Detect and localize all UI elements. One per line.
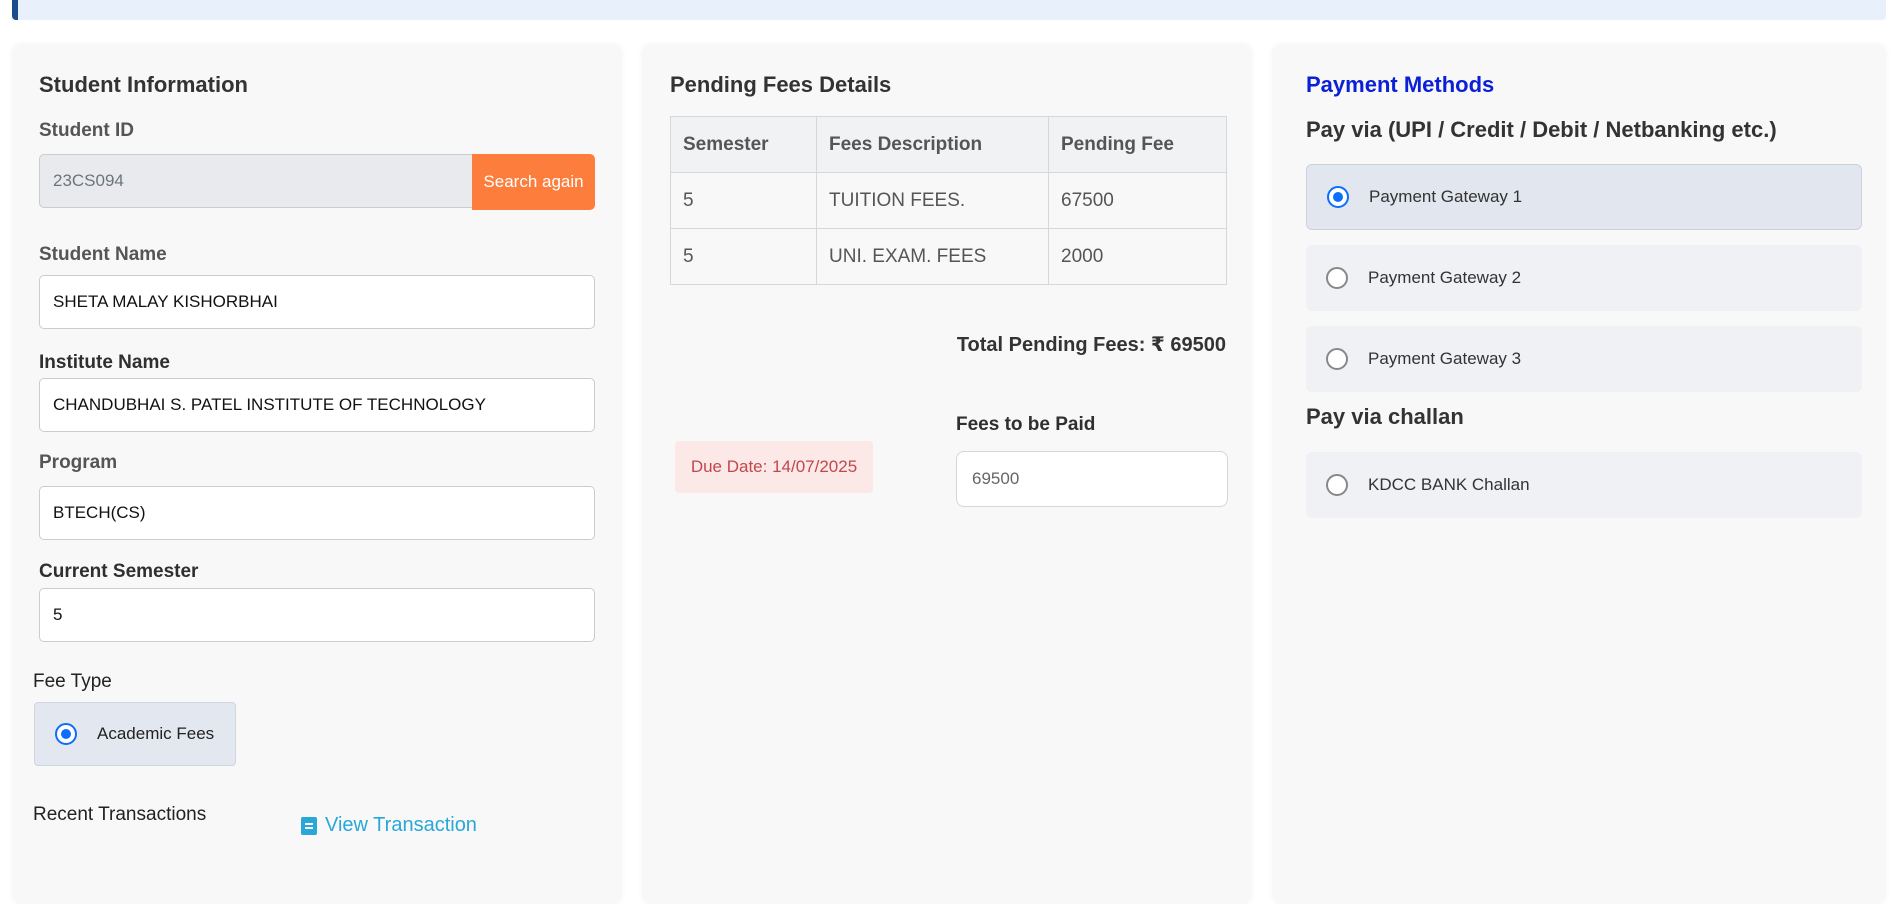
gateway-label: Payment Gateway 1 [1369, 187, 1523, 206]
institute-name-label: Institute Name [39, 352, 170, 373]
fees-to-be-paid-label: Fees to be Paid [956, 414, 1096, 435]
table-row: 5 UNI. EXAM. FEES 2000 [670, 228, 1227, 285]
column-header: Semester [670, 116, 817, 173]
current-semester-label: Current Semester [39, 561, 199, 582]
payment-gateway-2-option[interactable]: Payment Gateway 2 [1306, 245, 1862, 311]
due-date-badge: Due Date: 14/07/2025 [675, 441, 873, 493]
challan-heading: Pay via challan [1306, 404, 1464, 429]
document-icon [301, 816, 317, 835]
fee-type-academic-option[interactable]: Academic Fees [34, 702, 236, 766]
pending-fees-panel: Pending Fees Details Semester Fees Descr… [642, 44, 1252, 904]
current-semester-field[interactable]: 5 [39, 588, 595, 642]
payment-methods-title: Payment Methods [1306, 72, 1495, 97]
pending-fees-table: Semester Fees Description Pending Fee 5 … [670, 116, 1227, 285]
payment-gateway-3-option[interactable]: Payment Gateway 3 [1306, 326, 1862, 392]
radio-unselected-icon[interactable] [1326, 474, 1348, 496]
top-banner [12, 0, 1886, 20]
student-information-panel: Student Information Student ID 23CS094 S… [12, 44, 622, 904]
recent-transactions-label: Recent Transactions [33, 804, 207, 825]
view-transaction-label: View Transaction [325, 814, 477, 836]
radio-unselected-icon[interactable] [1326, 267, 1348, 289]
column-header: Pending Fee [1048, 116, 1227, 173]
fee-type-label: Fee Type [33, 671, 112, 692]
table-cell: 5 [670, 172, 817, 229]
fee-type-option-label: Academic Fees [97, 724, 215, 743]
total-pending-fees: Total Pending Fees: ₹ 69500 [956, 334, 1226, 356]
column-header: Fees Description [816, 116, 1049, 173]
table-cell: UNI. EXAM. FEES [816, 228, 1049, 285]
payment-methods-panel: Payment Methods Pay via (UPI / Credit / … [1272, 44, 1886, 904]
challan-label: KDCC BANK Challan [1368, 475, 1530, 494]
table-cell: TUITION FEES. [816, 172, 1049, 229]
search-again-button[interactable]: Search again [472, 154, 595, 210]
radio-unselected-icon[interactable] [1326, 348, 1348, 370]
institute-name-field[interactable]: CHANDUBHAI S. PATEL INSTITUTE OF TECHNOL… [39, 378, 595, 432]
payment-gateway-1-option[interactable]: Payment Gateway 1 [1306, 164, 1862, 230]
radio-selected-icon[interactable] [1327, 186, 1349, 208]
table-row: 5 TUITION FEES. 67500 [670, 172, 1227, 229]
student-name-label: Student Name [39, 244, 167, 265]
student-information-title: Student Information [39, 72, 248, 97]
fees-to-be-paid-input[interactable]: 69500 [956, 451, 1228, 507]
radio-selected-icon[interactable] [55, 723, 77, 745]
program-field[interactable]: BTECH(CS) [39, 486, 595, 540]
view-transaction-link[interactable]: View Transaction [301, 814, 477, 837]
student-name-field[interactable]: SHETA MALAY KISHORBHAI [39, 275, 595, 329]
student-id-field[interactable]: 23CS094 [39, 154, 474, 208]
table-cell: 67500 [1048, 172, 1227, 229]
program-label: Program [39, 452, 118, 473]
table-header-row: Semester Fees Description Pending Fee [670, 116, 1227, 173]
pending-fees-title: Pending Fees Details [670, 72, 892, 97]
table-cell: 2000 [1048, 228, 1227, 285]
gateway-label: Payment Gateway 2 [1368, 268, 1522, 287]
table-cell: 5 [670, 228, 817, 285]
online-payment-heading: Pay via (UPI / Credit / Debit / Netbanki… [1306, 117, 1777, 142]
kdcc-bank-challan-option[interactable]: KDCC BANK Challan [1306, 452, 1862, 518]
gateway-label: Payment Gateway 3 [1368, 349, 1522, 368]
student-id-label: Student ID [39, 120, 134, 141]
